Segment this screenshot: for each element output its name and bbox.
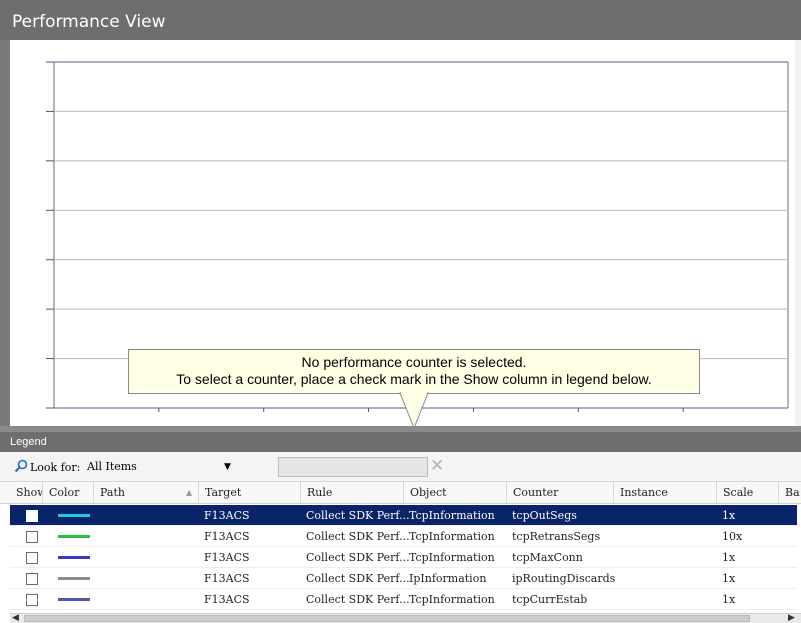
color-swatch [58,598,90,601]
tooltip-line-2: To select a counter, place a check mark … [176,371,652,387]
instance-cell [619,568,719,589]
path-cell [93,547,193,568]
table-row[interactable]: F13ACS Collect SDK Perf... TcpInformation t… [10,526,797,547]
table-row[interactable]: F13ACS Collect SDK Perf... TcpInformation t… [10,547,797,568]
target-cell: F13ACS [204,530,250,543]
column-base[interactable]: Ba [778,482,801,504]
show-checkbox[interactable] [26,594,38,606]
counter-cell: ipRoutingDiscards [512,572,616,585]
left-border [0,40,10,426]
counter-cell: tcpRetransSegs [512,530,601,543]
legend-title: Legend [10,436,47,448]
target-cell: F13ACS [204,572,250,585]
performance-view-header: Performance View [0,0,801,40]
color-swatch [58,514,90,517]
column-rule[interactable]: Rule [300,482,403,504]
scale-cell: 10x [722,530,743,543]
right-border [795,40,801,426]
color-swatch [58,577,90,580]
show-checkbox[interactable] [26,531,38,543]
instance-cell [619,526,719,547]
column-scale[interactable]: Scale [716,482,778,504]
legend-grid-header: Show Color Path ▲ Target Rule Object Cou… [0,482,801,504]
look-for-value: All Items [87,460,137,473]
scroll-left-icon[interactable]: ◀ [12,612,19,623]
scrollbar-thumb[interactable] [24,615,750,622]
column-target[interactable]: Target [198,482,300,504]
legend-title-bar: Legend [0,432,801,452]
instance-cell [619,547,719,568]
column-path[interactable]: Path [93,482,193,504]
performance-view-title: Performance View [12,12,166,32]
column-instance[interactable]: Instance [613,482,716,504]
target-cell: F13ACS [204,551,250,564]
object-cell: TcpInformation [409,509,495,522]
object-cell: TcpInformation [409,593,495,606]
column-object[interactable]: Object [403,482,506,504]
rule-cell: Collect SDK Perf... [306,509,410,522]
column-color[interactable]: Color [42,482,80,504]
instance-cell [619,589,719,610]
filter-text-field[interactable] [278,457,428,477]
clear-filter-icon[interactable]: ✕ [430,456,444,476]
no-counter-tooltip: No performance counter is selected. To s… [128,349,700,394]
search-icon [14,459,28,473]
scale-cell: 1x [722,509,736,522]
object-cell: IpInformation [409,572,487,585]
column-counter[interactable]: Counter [506,482,613,504]
sort-ascending-icon: ▲ [186,488,193,497]
chevron-down-icon[interactable]: ▼ [224,459,231,475]
rule-cell: Collect SDK Perf... [306,530,410,543]
path-cell [93,568,193,589]
scale-cell: 1x [722,551,736,564]
tooltip-pointer [399,392,429,430]
path-cell [93,505,193,526]
counter-cell: tcpCurrEstab [512,593,588,606]
show-checkbox[interactable] [26,510,38,522]
show-checkbox[interactable] [26,573,38,585]
rule-cell: Collect SDK Perf... [306,551,410,564]
scale-cell: 1x [722,593,736,606]
look-for-label: Look for: [30,461,81,474]
show-checkbox[interactable] [26,552,38,564]
object-cell: TcpInformation [409,530,495,543]
rule-cell: Collect SDK Perf... [306,593,410,606]
color-swatch [58,556,90,559]
path-cell [93,526,193,547]
legend-toolbar: Look for: All Items ▼ ✕ [0,452,801,482]
table-row[interactable]: F13ACS Collect SDK Perf... TcpInformation t… [10,589,797,610]
rule-cell: Collect SDK Perf... [306,572,410,585]
counter-cell: tcpMaxConn [512,551,583,564]
scroll-right-icon[interactable]: ▶ [788,612,795,623]
path-cell [93,589,193,610]
instance-cell [619,505,719,526]
look-for-dropdown[interactable]: All Items ▼ [82,458,234,476]
horizontal-scrollbar[interactable]: ◀ ▶ [10,612,801,623]
table-row[interactable]: F13ACS Collect SDK Perf... IpInformation ip… [10,568,797,589]
column-show[interactable]: Show [10,482,42,504]
scale-cell: 1x [722,572,736,585]
target-cell: F13ACS [204,509,250,522]
color-swatch [58,535,90,538]
counter-cell: tcpOutSegs [512,509,577,522]
tooltip-line-1: No performance counter is selected. [301,354,527,370]
target-cell: F13ACS [204,593,250,606]
object-cell: TcpInformation [409,551,495,564]
table-row[interactable]: F13ACS Collect SDK Perf... TcpInformation t… [10,505,797,526]
